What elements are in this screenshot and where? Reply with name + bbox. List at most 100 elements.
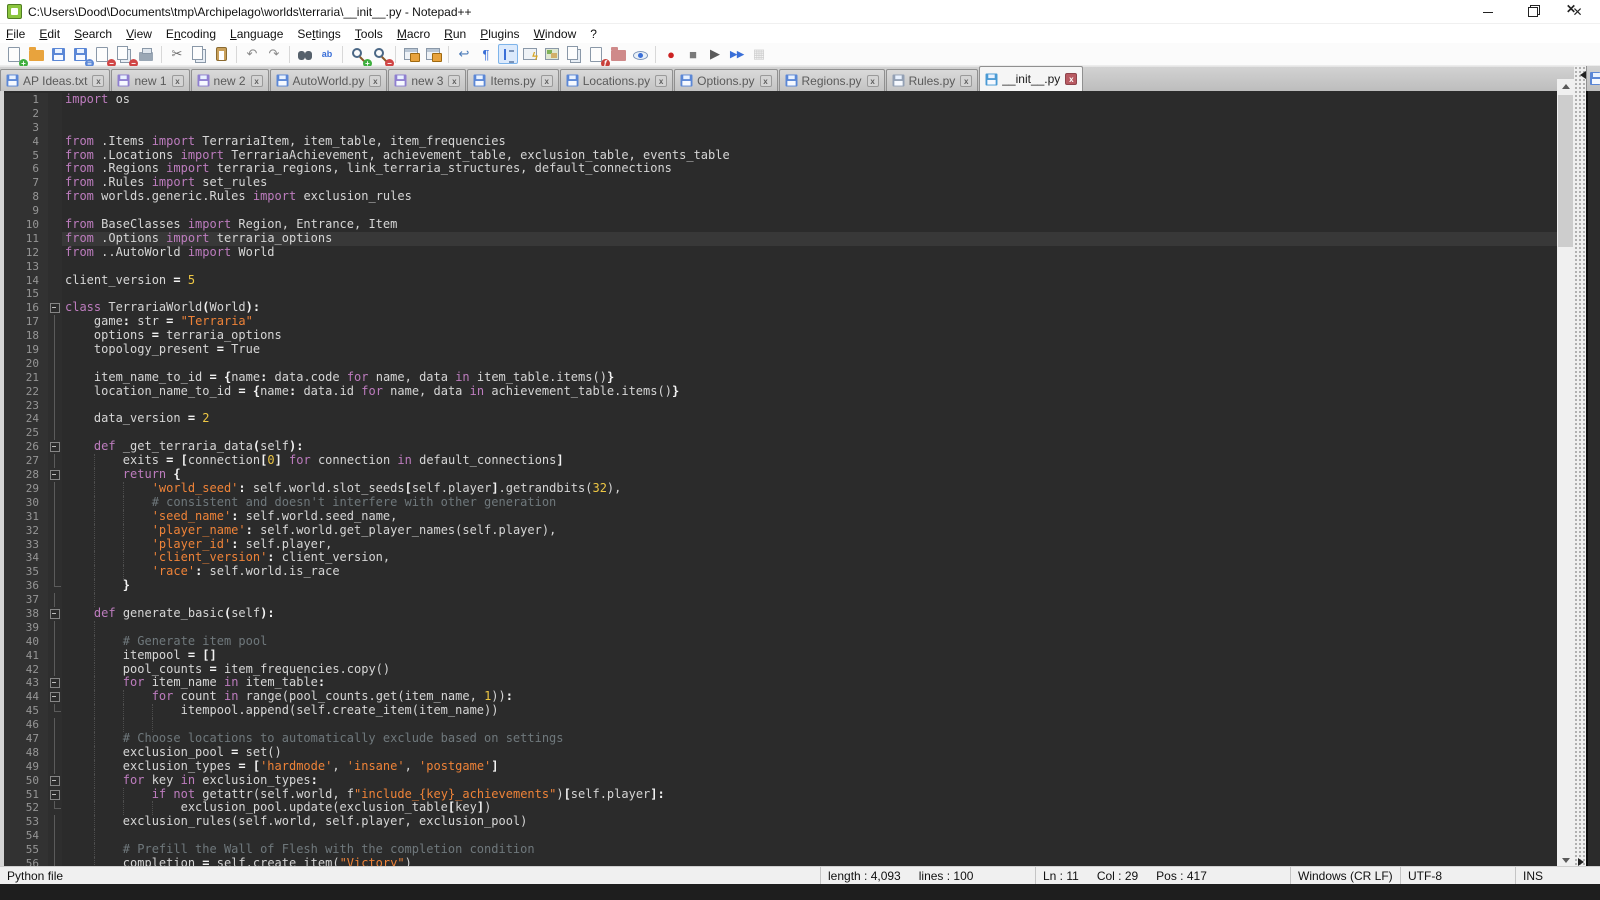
code-line[interactable]: 18 options = terraria_options — [4, 329, 1557, 343]
code-line[interactable]: 1import os — [4, 93, 1557, 107]
fold-collapse-icon[interactable] — [48, 468, 62, 482]
code-line[interactable]: 35 'race': self.world.is_race — [4, 565, 1557, 579]
monitoring-eye-icon[interactable] — [630, 44, 650, 64]
code-line[interactable]: 6from .Regions import terraria_regions, … — [4, 162, 1557, 176]
code-line[interactable]: 19 topology_present = True — [4, 343, 1557, 357]
code-line[interactable]: 4from .Items import TerrariaItem, item_t… — [4, 135, 1557, 149]
scrollbar-thumb[interactable] — [1558, 95, 1573, 247]
tab-new-3[interactable]: new 3x — [388, 69, 466, 91]
menu-macro[interactable]: Macro — [391, 26, 436, 42]
sync-horizontal-scroll-icon[interactable] — [423, 44, 443, 64]
open-icon[interactable] — [26, 44, 46, 64]
code-line[interactable]: 43 for item_name in item_table: — [4, 676, 1557, 690]
code-line[interactable]: 52 exclusion_pool.update(exclusion_table… — [4, 801, 1557, 815]
close-all-documents-icon[interactable]: − — [114, 44, 134, 64]
fold-collapse-icon[interactable] — [48, 301, 62, 315]
close-tab-icon[interactable]: x — [655, 75, 667, 87]
restore-button[interactable] — [1510, 0, 1555, 24]
close-tab-icon[interactable]: x — [172, 75, 184, 87]
tab-rules-py[interactable]: Rules.pyx — [886, 69, 979, 91]
zoom-out-icon[interactable]: − — [370, 44, 390, 64]
code-line[interactable]: 14client_version = 5 — [4, 274, 1557, 288]
fold-collapse-icon[interactable] — [48, 440, 62, 454]
code-line[interactable]: 20 — [4, 357, 1557, 371]
macro-run-multiple-icon[interactable]: ▶▶ — [727, 44, 747, 64]
menu-file[interactable]: File — [0, 26, 31, 42]
code-line[interactable]: 38 def generate_basic(self): — [4, 607, 1557, 621]
code-line[interactable]: 49 exclusion_types = ['hardmode', 'insan… — [4, 760, 1557, 774]
macro-stop-icon[interactable]: ■ — [683, 44, 703, 64]
code-line[interactable]: 16class TerrariaWorld(World): — [4, 301, 1557, 315]
menu-tools[interactable]: Tools — [349, 26, 389, 42]
tab-new-2[interactable]: new 2x — [191, 69, 269, 91]
function-list-icon[interactable] — [520, 44, 540, 64]
code-line[interactable]: 12from ..AutoWorld import World — [4, 246, 1557, 260]
status-insert-mode[interactable]: INS — [1523, 869, 1543, 883]
code-line[interactable]: 41 itempool = [] — [4, 649, 1557, 663]
tab-new-1[interactable]: new 1x — [111, 69, 189, 91]
cut-icon[interactable]: ✂ — [167, 44, 187, 64]
undo-icon[interactable]: ↶ — [242, 44, 262, 64]
new-file-icon[interactable]: + — [4, 44, 24, 64]
close-tab-icon[interactable]: x — [369, 75, 381, 87]
status-encoding[interactable]: UTF-8 — [1408, 869, 1442, 883]
minimize-button[interactable] — [1465, 0, 1510, 24]
macro-play-icon[interactable]: ▶ — [705, 44, 725, 64]
fold-collapse-icon[interactable] — [48, 788, 62, 802]
code-line[interactable]: 27 exits = [connection[0] for connection… — [4, 454, 1557, 468]
close-tab-icon[interactable]: x — [251, 75, 263, 87]
close-tab-icon[interactable]: x — [92, 75, 104, 87]
tab-options-py[interactable]: Options.pyx — [674, 69, 777, 91]
tab-items-py[interactable]: Items.pyx — [467, 69, 558, 91]
close-tab-icon[interactable]: x — [760, 75, 772, 87]
pane-splitter[interactable] — [1574, 66, 1586, 884]
code-line[interactable]: 21 item_name_to_id = {name: data.code fo… — [4, 371, 1557, 385]
menu-search[interactable]: Search — [68, 26, 118, 42]
zoom-in-icon[interactable]: + — [348, 44, 368, 64]
document-map-icon[interactable] — [542, 44, 562, 64]
menu-view[interactable]: View — [120, 26, 158, 42]
code-line[interactable]: 9 — [4, 204, 1557, 218]
code-line[interactable]: 8from worlds.generic.Rules import exclus… — [4, 190, 1557, 204]
code-line[interactable]: 3 — [4, 121, 1557, 135]
fold-collapse-icon[interactable] — [48, 774, 62, 788]
code-line[interactable]: 44 for count in range(pool_counts.get(it… — [4, 690, 1557, 704]
scrollbar-up-arrow[interactable] — [1557, 79, 1574, 94]
code-line[interactable]: 31 'seed_name': self.world.seed_name, — [4, 510, 1557, 524]
code-line[interactable]: 25 — [4, 426, 1557, 440]
monitoring-document-icon[interactable]: ƒ — [586, 44, 606, 64]
vertical-scrollbar[interactable] — [1557, 79, 1574, 868]
word-wrap-icon[interactable]: ↩ — [454, 44, 474, 64]
show-all-characters-icon[interactable]: ¶ — [476, 44, 496, 64]
code-line[interactable]: 15 — [4, 287, 1557, 301]
close-tab-icon[interactable]: x — [448, 75, 460, 87]
menu-encoding[interactable]: Encoding — [160, 26, 222, 42]
code-line[interactable]: 24 data_version = 2 — [4, 412, 1557, 426]
code-line[interactable]: 51 if not getattr(self.world, f"include_… — [4, 788, 1557, 802]
code-line[interactable]: 29 'world_seed': self.world.slot_seeds[s… — [4, 482, 1557, 496]
splitter-left-arrow-icon[interactable] — [1576, 71, 1586, 79]
code-line[interactable]: 2 — [4, 107, 1557, 121]
print-icon[interactable] — [136, 44, 156, 64]
code-line[interactable]: 42 pool_counts = item_frequencies.copy() — [4, 663, 1557, 677]
tab-autoworld-py[interactable]: AutoWorld.pyx — [270, 69, 388, 91]
code-line[interactable]: 22 location_name_to_id = {name: data.id … — [4, 385, 1557, 399]
fold-collapse-icon[interactable] — [48, 676, 62, 690]
indent-guide-icon[interactable] — [498, 44, 518, 64]
code-line[interactable]: 53 exclusion_rules(self.world, self.play… — [4, 815, 1557, 829]
find-icon[interactable] — [295, 44, 315, 64]
menu-help[interactable]: ? — [584, 26, 603, 42]
code-line[interactable]: 37 — [4, 593, 1557, 607]
menu-run[interactable]: Run — [438, 26, 472, 42]
code-line[interactable]: 32 'player_name': self.world.get_player_… — [4, 524, 1557, 538]
close-tab-icon[interactable]: x — [867, 75, 879, 87]
code-line[interactable]: 47 # Choose locations to automatically e… — [4, 732, 1557, 746]
code-line[interactable]: 23 — [4, 399, 1557, 413]
close-tab-icon[interactable]: x — [1065, 73, 1077, 85]
code-line[interactable]: 5from .Locations import TerrariaAchievem… — [4, 149, 1557, 163]
code-line[interactable]: 39 — [4, 621, 1557, 635]
code-line[interactable]: 30 # consistent and doesn't interfere wi… — [4, 496, 1557, 510]
tab-init-py[interactable]: __init__.pyx — [979, 66, 1083, 91]
close-tab-icon[interactable]: x — [960, 75, 972, 87]
document-list-icon[interactable] — [564, 44, 584, 64]
